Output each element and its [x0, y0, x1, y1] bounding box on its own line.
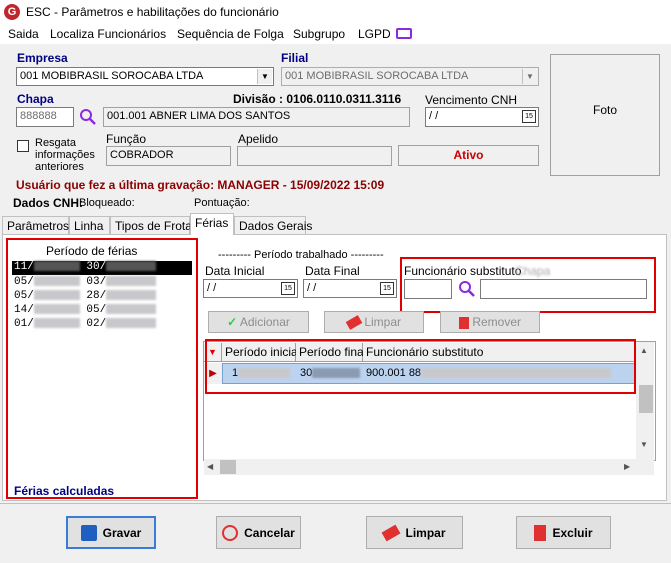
tab-linha[interactable]: Linha [69, 216, 110, 234]
calendar-icon[interactable]: 15 [281, 282, 295, 295]
scroll-up-icon[interactable]: ▲ [640, 346, 648, 355]
data-final-value: / / [307, 282, 317, 294]
funcionario-name-field: 001.001 ABNER LIMA DOS SANTOS [103, 107, 410, 127]
bloqueado-label: Bloqueado: [79, 197, 135, 209]
footer-divider [0, 503, 671, 504]
foto-label: Foto [592, 103, 617, 117]
app-logo-icon: G [4, 4, 20, 20]
gravar-button[interactable]: Gravar [66, 516, 156, 549]
cancel-icon [222, 524, 239, 541]
adicionar-button[interactable]: ✓ Adicionar [208, 311, 309, 333]
status-badge: Ativo [398, 145, 539, 166]
photo-box[interactable]: Foto [550, 54, 660, 176]
apelido-field [237, 146, 392, 166]
limpar-small-button[interactable]: Limpar [324, 311, 424, 333]
horizontal-scrollbar[interactable] [204, 459, 654, 475]
monitor-icon[interactable] [396, 28, 412, 39]
substituto-chapa-input[interactable] [404, 279, 452, 299]
menu-sequencia-folga[interactable]: Sequência de Folga [177, 27, 284, 41]
tab-tipos-frota[interactable]: Tipos de Frota [110, 216, 192, 234]
vencimento-cnh-input[interactable]: / / 15 [425, 107, 539, 127]
data-inicial-value: / / [207, 282, 217, 294]
limpar-label: Limpar [364, 315, 402, 329]
list-item[interactable]: 01/ 02/ [14, 318, 157, 330]
last-save-text: Usuário que fez a última gravação: MANAG… [16, 178, 385, 192]
scroll-thumb[interactable] [639, 385, 653, 413]
chevron-down-icon[interactable]: ▼ [257, 69, 272, 84]
menu-saida[interactable]: Saida [8, 27, 39, 41]
data-final-label: Data Final [305, 264, 360, 278]
excluir-label: Excluir [552, 525, 593, 540]
scroll-right-icon[interactable]: ▶ [624, 462, 630, 471]
save-icon [80, 524, 97, 541]
empresa-select[interactable]: 001 MOBIBRASIL SOROCABA LTDA ▼ [16, 67, 274, 86]
substituto-chapa-label: Chapa [515, 264, 551, 278]
apelido-label: Apelido [238, 132, 279, 146]
list-item[interactable]: 14/ 05/ [14, 304, 157, 316]
funcao-label: Função [106, 132, 147, 146]
tab-parametros[interactable]: Parâmetros [2, 216, 69, 234]
empresa-value: 001 MOBIBRASIL SOROCABA LTDA [20, 70, 204, 82]
dados-cnh-label: Dados CNH: [13, 196, 84, 210]
data-inicial-input[interactable]: / / 15 [203, 279, 298, 298]
ferias-calculadas-label: Férias calculadas [14, 484, 115, 498]
menu-localiza-funcionarios[interactable]: Localiza Funcionários [50, 27, 166, 41]
scroll-left-icon[interactable]: ◀ [207, 462, 213, 471]
filial-select[interactable]: 001 MOBIBRASIL SOROCABA LTDA ▼ [281, 67, 539, 86]
funcao-field: COBRADOR [106, 146, 231, 166]
calendar-icon[interactable]: 15 [522, 110, 536, 123]
periodo-trabalhado-label: --------- Período trabalhado --------- [218, 249, 384, 261]
search-icon[interactable] [458, 280, 476, 298]
limpar-footer-label: Limpar [405, 525, 446, 540]
tab-ferias[interactable]: Férias [190, 213, 234, 235]
chapa-label: Chapa [17, 92, 54, 106]
empresa-label: Empresa [17, 51, 68, 65]
limpar-button[interactable]: Limpar [366, 516, 463, 549]
checkmark-icon: ✓ [227, 315, 238, 329]
eraser-icon [382, 524, 401, 541]
search-icon[interactable] [79, 108, 97, 126]
tab-dados-gerais[interactable]: Dados Gerais [234, 216, 312, 234]
scroll-down-icon[interactable]: ▼ [640, 440, 648, 449]
adicionar-label: Adicionar [239, 315, 290, 329]
remover-button[interactable]: Remover [440, 311, 540, 333]
vencimento-label: Vencimento CNH [425, 93, 518, 107]
calendar-icon[interactable]: 15 [380, 282, 394, 295]
remover-label: Remover [472, 315, 522, 329]
resgata-label: Resgata informações anteriores [35, 137, 95, 173]
data-final-input[interactable]: / / 15 [303, 279, 397, 298]
trash-icon [534, 524, 547, 541]
menu-lgpd[interactable]: LGPD [358, 27, 391, 41]
cancelar-button[interactable]: Cancelar [216, 516, 301, 549]
data-inicial-label: Data Inicial [205, 264, 265, 278]
substituto-label: Funcionário substituto [404, 264, 522, 278]
excluir-button[interactable]: Excluir [516, 516, 611, 549]
grid-highlight [205, 339, 636, 394]
list-item[interactable]: 05/ 28/ [14, 290, 157, 302]
hscroll-thumb[interactable] [220, 460, 236, 474]
window-title: ESC - Parâmetros e habilitações do funci… [26, 5, 279, 19]
list-item[interactable]: 05/ 03/ [14, 276, 157, 288]
filial-value: 001 MOBIBRASIL SOROCABA LTDA [285, 70, 469, 82]
trash-icon [458, 316, 469, 329]
chevron-down-icon[interactable]: ▼ [522, 69, 537, 84]
eraser-icon [345, 315, 363, 331]
menu-subgrupo[interactable]: Subgrupo [293, 27, 345, 41]
divisao-text: Divisão : 0106.0110.0311.3116 [233, 92, 402, 106]
list-item[interactable]: 11/ 30/ [14, 261, 157, 273]
filial-label: Filial [281, 51, 309, 65]
vencimento-value: / / [429, 110, 439, 122]
resgata-checkbox[interactable] [17, 140, 29, 152]
gravar-label: Gravar [102, 525, 142, 540]
pontuacao-label: Pontuação: [194, 197, 250, 209]
periodo-ferias-header: Período de férias [46, 244, 138, 258]
chapa-input[interactable]: 888888 [16, 107, 74, 127]
cancelar-label: Cancelar [244, 525, 295, 540]
substituto-nome-field [480, 279, 647, 299]
